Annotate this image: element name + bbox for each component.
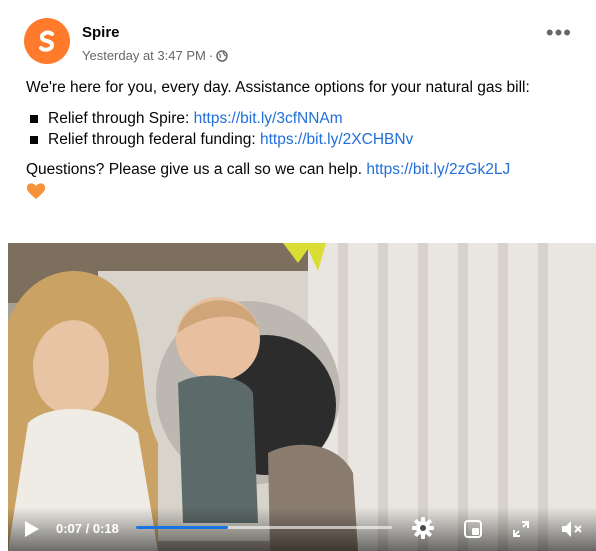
federal-relief-link[interactable]: https://bit.ly/2XCHBNv [260,129,413,150]
more-options-button[interactable]: ••• [546,22,572,44]
spire-relief-link[interactable]: https://bit.ly/3cfNNAm [194,108,343,129]
list-item: Relief through federal funding: https://… [26,129,578,150]
post-timestamp[interactable]: Yesterday at 3:47 PM [82,48,206,63]
contact-link[interactable]: https://bit.ly/2zGk2LJ [366,161,510,178]
square-bullet-icon [30,114,38,123]
muted-speaker-icon[interactable] [561,520,583,538]
closing-text: Questions? Please give us a call so we c… [26,161,367,178]
expand-icon[interactable] [513,521,529,537]
gear-icon[interactable] [412,517,434,539]
video-player[interactable]: 0:07 / 0:18 [8,243,596,551]
list-item: Relief through Spire: https://bit.ly/3cf… [26,108,578,129]
square-bullet-icon [30,135,38,144]
post-meta: Yesterday at 3:47 PM · [82,48,228,63]
page-name[interactable]: Spire [82,24,120,41]
facebook-post: Spire Yesterday at 3:47 PM · ••• We're h… [0,0,596,551]
video-controls: 0:07 / 0:18 [8,507,596,551]
post-header: Spire Yesterday at 3:47 PM · ••• [24,14,584,64]
picture-in-picture-icon[interactable] [464,520,482,538]
closing-paragraph: Questions? Please give us a call so we c… [26,160,578,200]
meta-separator: · [208,48,214,63]
progress-fill [136,526,229,529]
orange-heart-icon [26,183,46,199]
bullet-list: Relief through Spire: https://bit.ly/3cf… [26,108,578,150]
video-time: 0:07 / 0:18 [56,521,119,536]
post-body: We're here for you, every day. Assistanc… [26,78,578,200]
globe-icon[interactable] [216,49,228,62]
bullet-text: Relief through federal funding: [48,131,256,148]
bullet-text: Relief through Spire: [48,110,190,127]
progress-bar[interactable] [136,526,392,529]
post-intro: We're here for you, every day. Assistanc… [26,79,530,96]
play-icon[interactable] [24,520,40,538]
spire-logo-icon[interactable] [24,18,70,64]
video-frame [8,243,596,551]
